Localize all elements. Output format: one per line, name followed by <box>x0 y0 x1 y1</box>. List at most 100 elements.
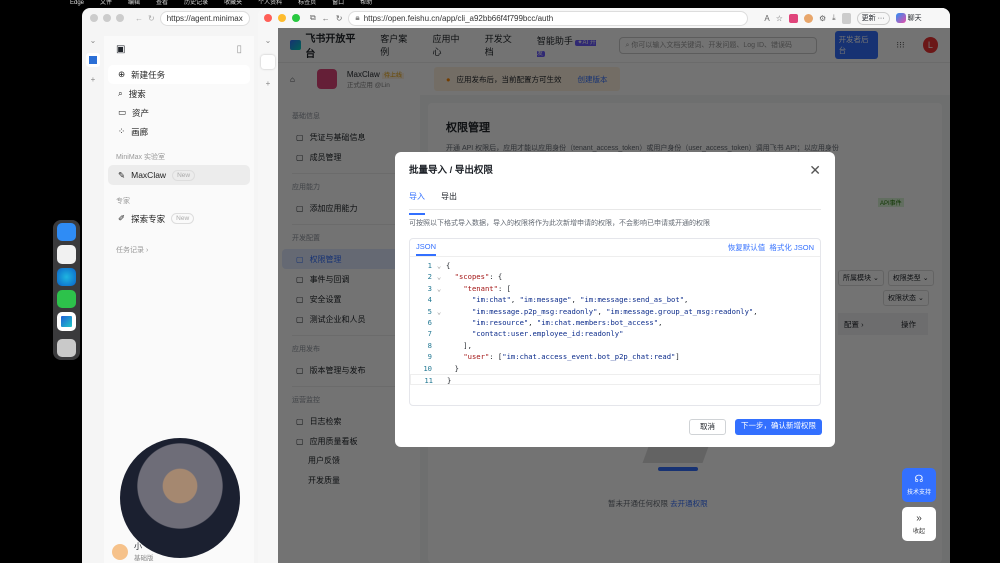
create-version-link[interactable]: 创建版本 <box>578 74 608 85</box>
feishu-icon[interactable] <box>57 312 76 331</box>
tech-support-button[interactable]: ☊ 技术支持 <box>902 468 936 502</box>
menu-item[interactable]: Edge <box>70 0 84 8</box>
code-area[interactable]: 1 ⌄{2 ⌄ "scopes": {3 ⌄ "tenant": [4 "im:cha… <box>410 257 820 386</box>
menu-item[interactable]: 文件 <box>100 0 112 8</box>
menu-item[interactable]: 收藏夹 <box>224 0 242 8</box>
update-button[interactable]: 更新 ··· <box>856 11 890 25</box>
maxclaw-icon: ✎ <box>118 169 126 180</box>
nav-customer-cases[interactable]: 客户案例 <box>380 32 414 58</box>
nav-dev-docs[interactable]: 开发文档 <box>485 32 519 58</box>
new-badge: New <box>172 169 196 181</box>
shield-icon: ▢ <box>296 294 304 304</box>
double-chevron-icon: » <box>916 513 922 524</box>
cancel-button[interactable]: 取消 <box>689 419 726 435</box>
launchpad-icon[interactable] <box>57 245 76 264</box>
log-icon: ▢ <box>296 416 304 426</box>
plus-circle-icon: ⊕ <box>118 69 126 79</box>
code-line: 7 "contact:user.employee_id:readonly" <box>427 329 624 339</box>
tab-import[interactable]: 导入 <box>409 190 425 215</box>
sidebar-subitem[interactable]: 开发质量 <box>278 471 420 491</box>
trash-icon[interactable] <box>57 338 76 357</box>
reload-icon[interactable]: ↻ <box>336 14 343 23</box>
confirm-next-button[interactable]: 下一步，确认新增权限 <box>735 419 822 435</box>
developer-console-button[interactable]: 开发者后台 <box>834 31 879 59</box>
collapse-button[interactable]: » 收起 <box>902 507 936 541</box>
code-line: 8 ], <box>427 340 472 350</box>
type-filter[interactable]: 权限类型 ⌄ <box>887 270 934 286</box>
app-icon <box>316 69 337 89</box>
event-icon: ▢ <box>296 274 304 284</box>
batch-import-export-dialog: 批量导入 / 导出权限 ✕ 导入 导出 可按照以下格式导入数据，导入的权限将作为… <box>395 152 835 447</box>
search-icon: ⌕ <box>118 88 123 98</box>
close-icon[interactable]: ✕ <box>809 162 821 179</box>
back-icon[interactable]: ← <box>322 14 330 23</box>
nav-maxclaw[interactable]: ✎ MaxClaw New <box>108 165 250 185</box>
extension-icon[interactable] <box>803 13 813 23</box>
menu-item[interactable]: 编辑 <box>128 0 140 8</box>
nav-ai-assistant[interactable]: 智能助手 ✦AI 开发 <box>536 34 601 57</box>
enable-permission-link[interactable]: 去开通权限 <box>670 499 708 508</box>
apps-icon: ▢ <box>296 203 304 213</box>
copilot-chat-button[interactable]: 聊天 <box>895 13 922 23</box>
task-history-link[interactable]: 任务记录 › <box>104 244 254 258</box>
address-bar[interactable]: https://agent.minimax <box>159 10 250 26</box>
tabs-icon[interactable]: ⧉ <box>310 13 316 23</box>
download-icon[interactable]: ⤓ <box>832 13 836 23</box>
dialog-title: 批量导入 / 导出权限 <box>409 165 493 176</box>
chevron-down-icon[interactable]: ⌄ <box>265 36 272 45</box>
tab-export[interactable]: 导出 <box>441 190 457 209</box>
nav-search[interactable]: ⌕ 搜索 <box>108 84 250 103</box>
app-status-badge: 待上线 <box>381 72 404 79</box>
page-title: 权限管理 <box>446 122 490 134</box>
menu-item[interactable]: 查看 <box>156 0 168 8</box>
extensions-icon[interactable]: ⚙ <box>819 14 826 23</box>
sidebar-toggle-icon[interactable]: ▯ <box>236 44 242 55</box>
user-avatar[interactable]: L <box>922 37 938 53</box>
restore-default-button[interactable]: 恢复默认值 <box>728 243 766 252</box>
chevron-down-icon[interactable]: ⌄ <box>90 36 97 45</box>
home-icon[interactable]: ⌂ <box>290 75 295 84</box>
nav-explore-experts[interactable]: ✐ 探索专家 New <box>108 209 250 228</box>
dock <box>53 220 80 360</box>
address-bar[interactable]: 🔒︎ https://open.feishu.cn/app/cli_a92bb66… <box>348 10 749 26</box>
doc-search-input[interactable]: ⌕ 你可以输入文档关键词、开发问题、Log ID、错误码 <box>618 36 817 54</box>
finder-icon[interactable] <box>57 223 76 242</box>
nav-gallery[interactable]: ⁘ 画廊 <box>108 122 250 141</box>
feishu-logo[interactable]: 飞书开放平台 <box>290 30 362 60</box>
back-icon[interactable]: ← <box>135 14 143 23</box>
json-editor[interactable]: JSON 恢复默认值 格式化 JSON 1 ⌄{2 ⌄ "scopes": {3 ⌄ … <box>409 238 821 406</box>
nav-assets[interactable]: ▭ 资产 <box>108 103 250 122</box>
favorite-icon[interactable]: ☆ <box>776 14 783 23</box>
code-line: 4 "im:chat", "im:message", "im:message:s… <box>427 295 689 305</box>
menu-item[interactable]: 个人资料 <box>258 0 282 8</box>
read-aloud-icon[interactable]: A <box>764 14 769 23</box>
sidebar-subitem[interactable]: 用户反馈 <box>278 451 420 471</box>
user-icon: ▢ <box>296 152 304 162</box>
new-tab-icon[interactable]: + <box>91 75 96 84</box>
profile-icon[interactable] <box>841 12 851 24</box>
new-tab-icon[interactable]: + <box>266 79 271 88</box>
code-line: 11} <box>410 373 820 386</box>
wechat-icon[interactable] <box>57 289 76 309</box>
menu-item[interactable]: 历史记录 <box>184 0 208 8</box>
menu-item[interactable]: 帮助 <box>360 0 372 8</box>
edge-icon[interactable] <box>57 267 76 286</box>
nav-app-center[interactable]: 应用中心 <box>432 32 466 58</box>
nav-new-task[interactable]: ⊕ 新建任务 <box>108 65 250 84</box>
menu-item[interactable]: 窗口 <box>332 0 344 8</box>
sidebar-item[interactable]: ▢ 凭证与基础信息 <box>282 127 416 147</box>
tab-favicon[interactable] <box>86 53 100 67</box>
json-tab[interactable]: JSON <box>416 240 437 256</box>
apps-grid-icon[interactable]: ⁝⁝⁝ <box>896 40 905 51</box>
lock-icon: 🔒︎ <box>355 13 360 22</box>
extension-icon[interactable] <box>788 13 798 23</box>
module-filter[interactable]: 所属模块 ⌄ <box>838 270 884 286</box>
column-header[interactable]: 配置 › <box>844 319 864 330</box>
feishu-tab-favicon[interactable] <box>261 55 275 69</box>
status-filter[interactable]: 权限状态 ⌄ <box>883 290 929 306</box>
folder-icon: ▭ <box>118 107 127 117</box>
reload-icon[interactable]: ↻ <box>148 14 155 23</box>
format-json-button[interactable]: 格式化 JSON <box>769 243 814 252</box>
feishu-logo-icon <box>290 40 302 50</box>
menu-item[interactable]: 标签页 <box>298 0 316 8</box>
